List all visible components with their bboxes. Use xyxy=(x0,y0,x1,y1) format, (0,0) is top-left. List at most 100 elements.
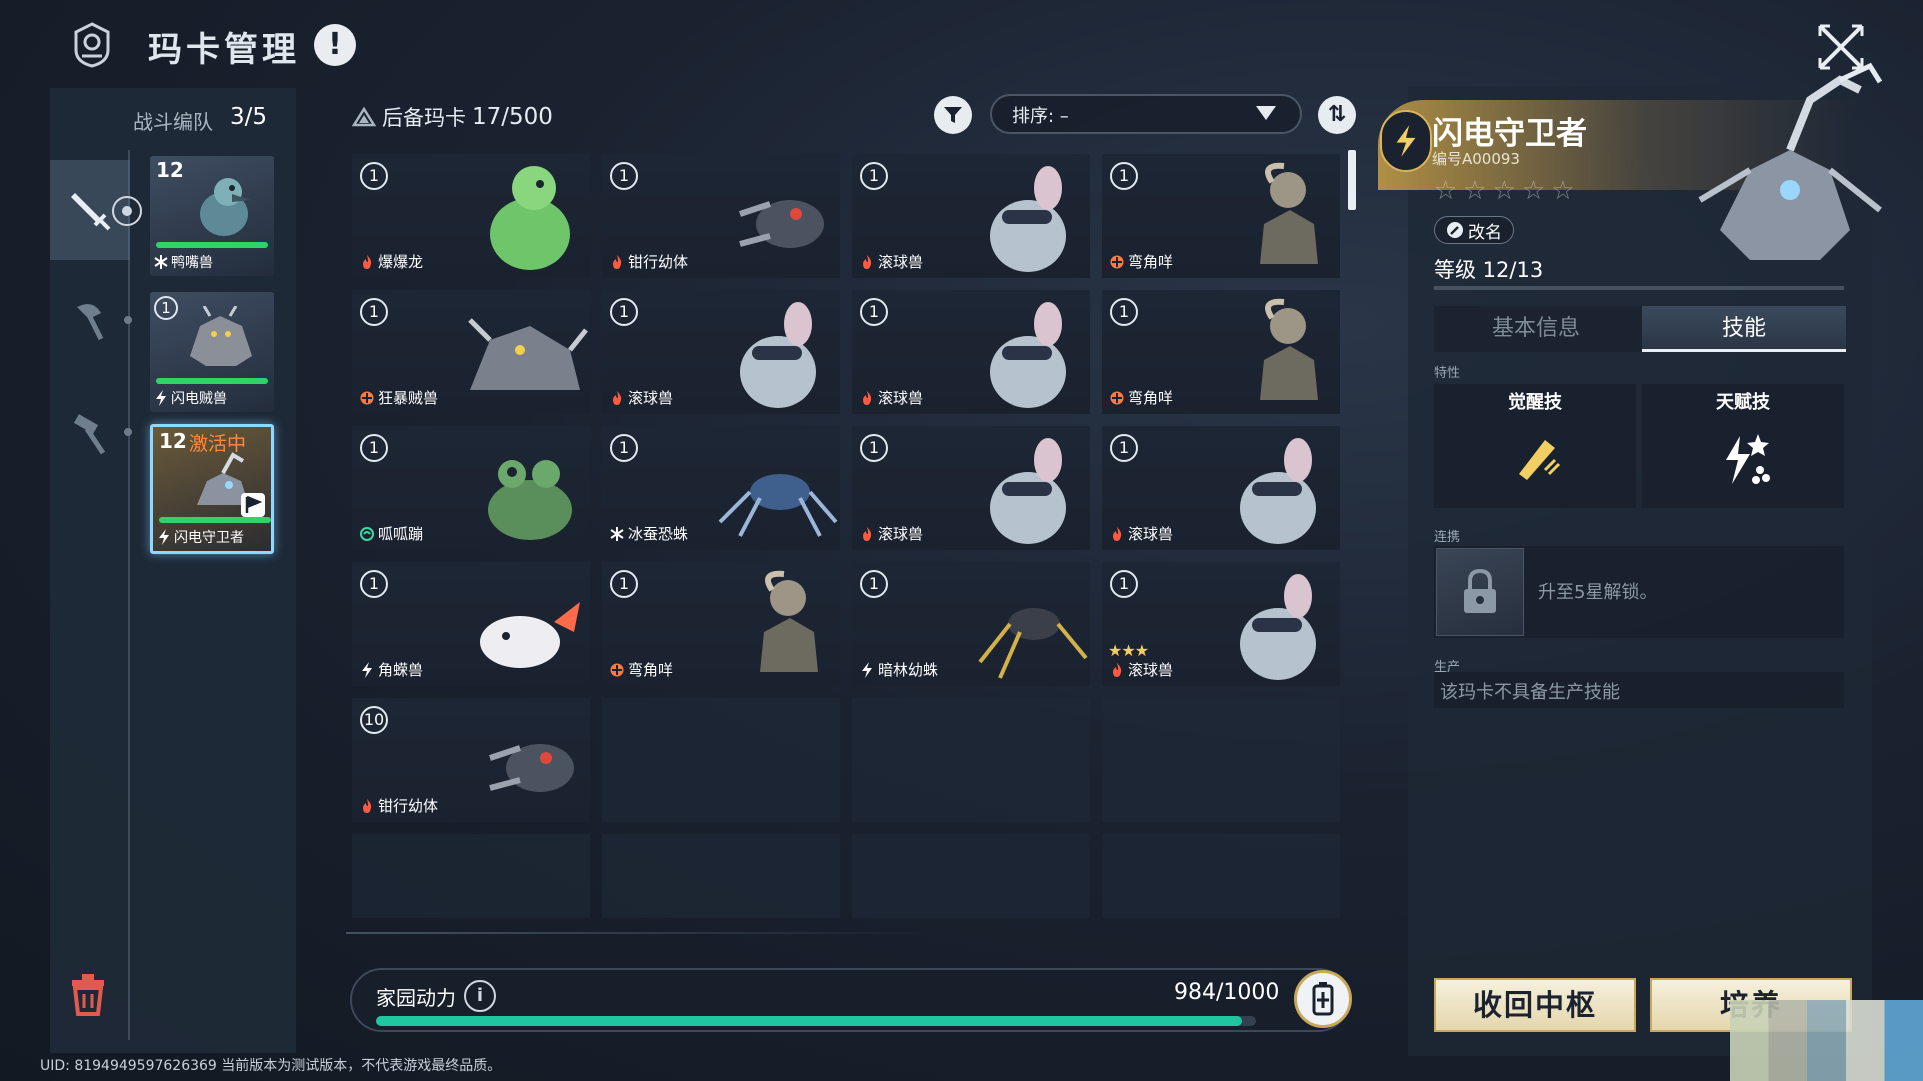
team-label: 战斗编队 xyxy=(133,110,213,134)
grid-divider xyxy=(346,932,946,934)
card-name-text: 滚球兽 xyxy=(878,389,924,407)
tab-skills[interactable]: 技能 xyxy=(1642,306,1846,352)
wind-element-icon xyxy=(360,526,374,541)
card-name-text: 暗林幼蛛 xyxy=(878,661,939,679)
team-card-active[interactable]: 12 激活中 闪电守卫者 xyxy=(150,424,274,554)
reserve-card[interactable]: 1 弯角咩 xyxy=(602,562,840,686)
reserve-count: 17/500 xyxy=(472,104,553,130)
card-level: 12 xyxy=(159,429,187,453)
info-icon[interactable]: i xyxy=(464,980,496,1012)
team-card[interactable]: 12 鸭嘴兽 xyxy=(150,156,274,276)
card-name: 冰蚕恐蛛 xyxy=(610,523,688,544)
axolotl-creature-icon xyxy=(480,602,580,668)
reserve-label: 后备玛卡 xyxy=(382,106,466,130)
fire-element-icon xyxy=(363,798,372,813)
fire-element-icon xyxy=(863,390,872,405)
reserve-card[interactable]: 1 角蝾兽 xyxy=(352,562,590,686)
edit-icon xyxy=(1447,222,1463,238)
lightning-element-icon xyxy=(862,661,872,678)
card-name: 滚球兽 xyxy=(610,387,673,408)
reserve-card[interactable]: 1 滚球兽 xyxy=(852,290,1090,414)
green-dino-creature-icon xyxy=(490,166,570,270)
card-name-text: 弯角咩 xyxy=(628,661,674,679)
empty-card-slot[interactable] xyxy=(602,698,840,822)
roll-ball-creature-icon xyxy=(740,302,816,408)
reserve-card[interactable]: 1 滚球兽 xyxy=(1102,426,1340,550)
empty-card-slot[interactable] xyxy=(602,834,840,918)
reserve-card[interactable]: 1 滚球兽 xyxy=(852,154,1090,278)
reserve-card[interactable]: 1 爆爆龙 xyxy=(352,154,590,278)
creature-id: 编号A00093 xyxy=(1432,150,1520,168)
card-name-text: 钳行幼体 xyxy=(628,253,689,271)
rename-label: 改名 xyxy=(1468,222,1502,243)
axe-icon xyxy=(77,304,104,341)
empty-card-slot[interactable] xyxy=(852,698,1090,822)
reserve-card[interactable]: 1 滚球兽 xyxy=(852,426,1090,550)
roll-ball-creature-icon xyxy=(990,302,1066,408)
creature-name: 闪电守卫者 xyxy=(1432,116,1587,152)
pincer-crab-creature-icon xyxy=(739,200,824,248)
team-card[interactable]: 1 闪电贼兽 xyxy=(150,292,274,412)
power-battery-button[interactable] xyxy=(1294,970,1352,1028)
empty-card-slot[interactable] xyxy=(352,834,590,918)
card-level: 1 xyxy=(360,162,388,190)
card-name-text: 滚球兽 xyxy=(628,389,674,407)
rename-button[interactable]: 改名 xyxy=(1434,216,1514,244)
fire-element-icon xyxy=(613,254,622,269)
recall-button[interactable]: 收回中枢 xyxy=(1434,978,1636,1032)
reserve-card[interactable]: 1 狂暴贼兽 xyxy=(352,290,590,414)
filter-button[interactable] xyxy=(934,96,972,134)
tab-gather[interactable] xyxy=(50,270,130,370)
tab-build[interactable] xyxy=(50,384,130,484)
card-level: 1 xyxy=(1110,434,1138,462)
card-name: 角蝾兽 xyxy=(360,659,423,680)
awaken-blade-icon xyxy=(1519,440,1561,480)
card-name-text: 滚球兽 xyxy=(878,525,924,543)
sort-direction-button[interactable]: ⇅ xyxy=(1318,96,1356,134)
reserve-card[interactable]: 1 暗林幼蛛 xyxy=(852,562,1090,686)
reserve-card[interactable]: 1 弯角咩 xyxy=(1102,290,1340,414)
cross-element-icon xyxy=(1110,391,1124,404)
roll-ball-creature-icon xyxy=(990,438,1066,544)
alert-icon[interactable]: ! xyxy=(314,24,356,66)
fire-element-icon xyxy=(863,526,872,541)
reserve-card[interactable]: 1 呱呱蹦 xyxy=(352,426,590,550)
lightning-guardian-creature-icon xyxy=(1698,62,1883,260)
reserve-card[interactable]: 1 弯角咩 xyxy=(1102,154,1340,278)
card-name: 钳行幼体 xyxy=(360,795,438,816)
reserve-card[interactable]: 1 ★★★ 滚球兽 xyxy=(1102,562,1340,686)
hammer-icon xyxy=(73,414,106,455)
reserve-card[interactable]: 1 滚球兽 xyxy=(602,290,840,414)
talent-lightning-star-icon xyxy=(1726,434,1770,484)
card-name-text: 闪电守卫者 xyxy=(174,530,244,546)
card-level: 1 xyxy=(360,298,388,326)
reserve-card[interactable]: 1 冰蚕恐蛛 xyxy=(602,426,840,550)
ice-spider-creature-icon xyxy=(718,474,838,537)
empty-card-slot[interactable] xyxy=(1102,698,1340,822)
card-level: 1 xyxy=(860,570,888,598)
uid-footer: UID: 8194949597626369 当前版本为测试版本，不代表游戏最终品… xyxy=(40,1058,502,1074)
tab-basic-info[interactable]: 基本信息 xyxy=(1434,306,1638,352)
card-name: 滚球兽 xyxy=(1110,523,1173,544)
card-level: 1 xyxy=(360,434,388,462)
overlay-thumbnail xyxy=(1730,1000,1923,1081)
reserve-triangle-icon xyxy=(352,107,376,127)
reserve-card[interactable]: 1 钳行幼体 xyxy=(602,154,840,278)
star-rating: ☆☆☆☆☆ xyxy=(1434,176,1581,206)
tab-dot xyxy=(124,428,132,436)
card-level: 1 xyxy=(860,434,888,462)
curved-horn-goat-creature-icon xyxy=(760,570,818,672)
empty-card-slot[interactable] xyxy=(852,834,1090,918)
grid-scrollbar[interactable] xyxy=(1348,150,1356,210)
card-name: 弯角咩 xyxy=(610,659,673,680)
trash-icon[interactable] xyxy=(66,970,110,1016)
card-name-text: 闪电贼兽 xyxy=(171,391,227,407)
card-level: 1 xyxy=(610,434,638,462)
roll-ball-creature-icon xyxy=(990,166,1066,272)
card-name: 狂暴贼兽 xyxy=(360,387,438,408)
hp-bar xyxy=(156,242,268,248)
empty-card-slot[interactable] xyxy=(1102,834,1340,918)
lightning-element-icon xyxy=(362,661,372,678)
reserve-card[interactable]: 10 钳行幼体 xyxy=(352,698,590,822)
card-name-text: 滚球兽 xyxy=(1128,661,1174,679)
